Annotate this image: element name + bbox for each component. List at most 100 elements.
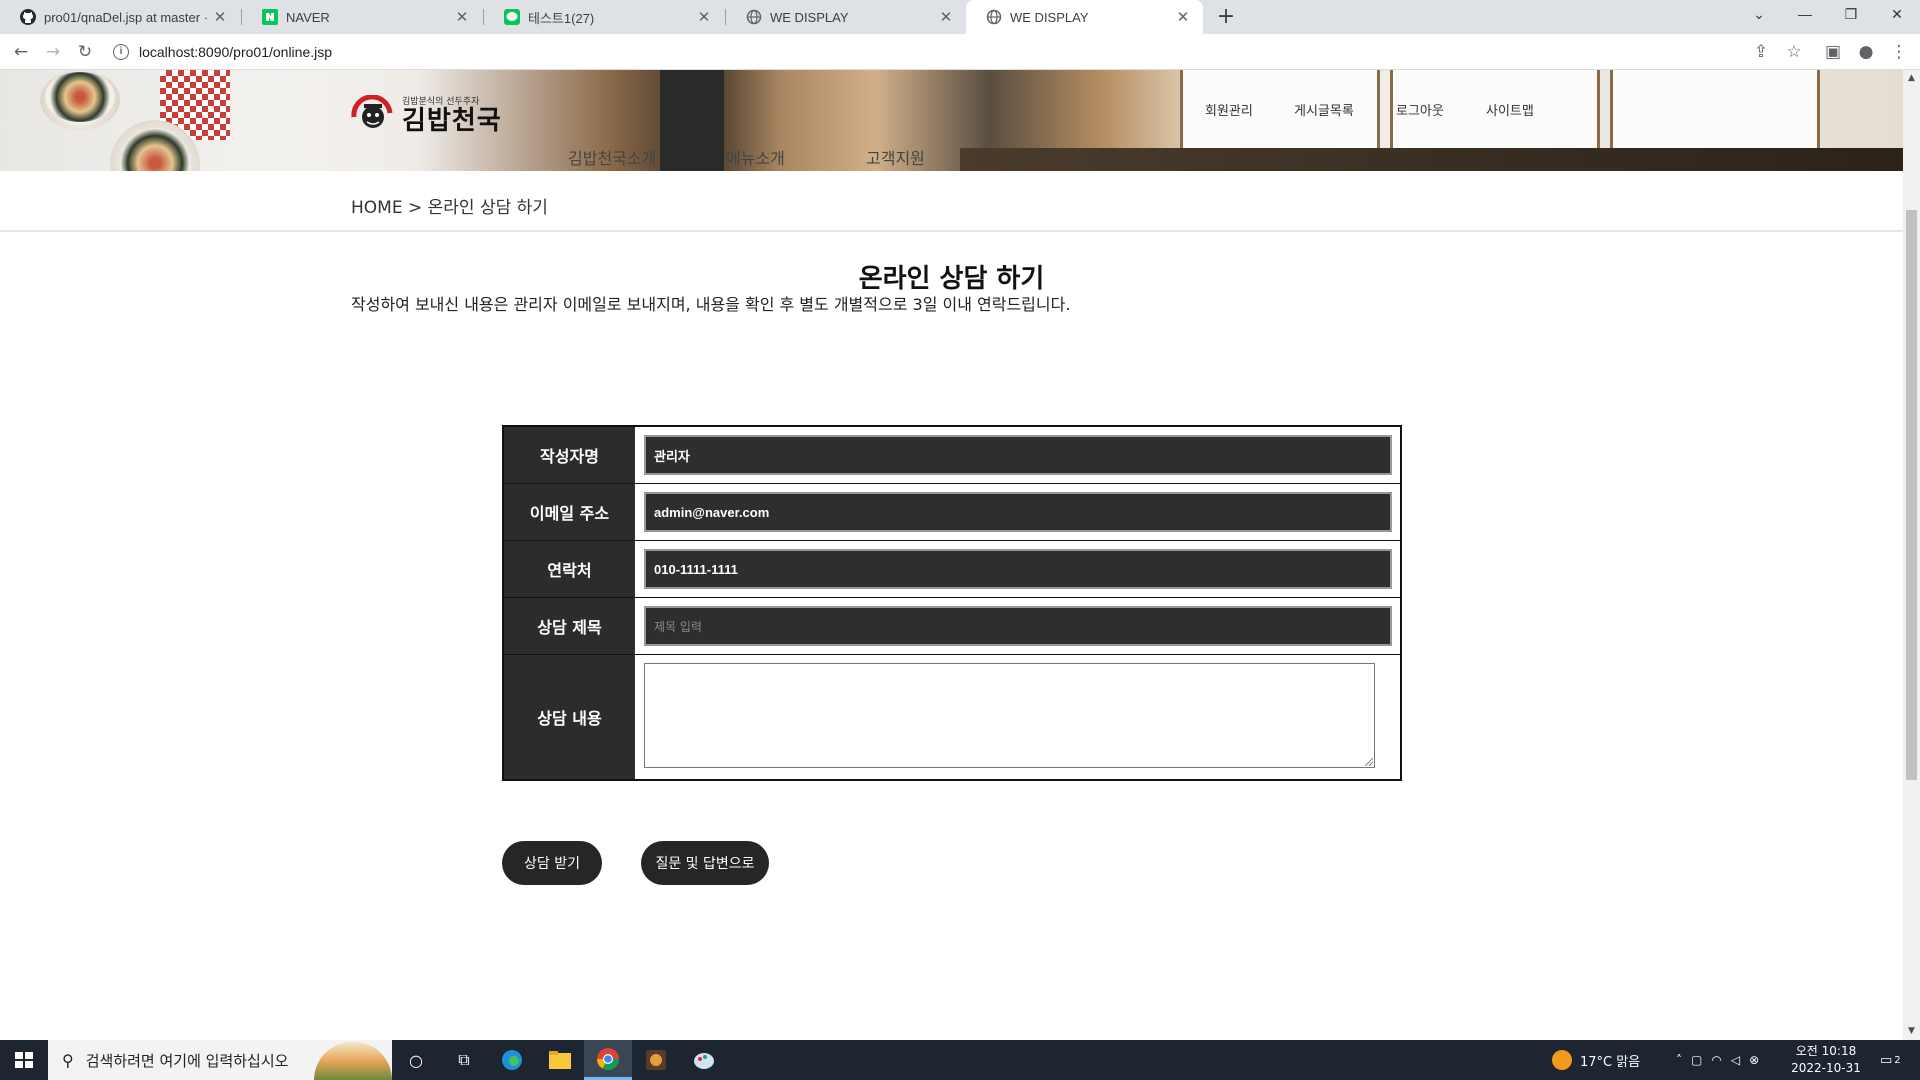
restore-button[interactable]: ❐ [1828, 0, 1874, 30]
meet-icon[interactable]: ▢ [1691, 1053, 1711, 1067]
sub-header: HOME > 온라인 상담 하기 [0, 171, 1903, 232]
window-close-button[interactable]: ✕ [1874, 0, 1920, 30]
profile-icon[interactable]: ● [1855, 41, 1877, 63]
topnav-board-list[interactable]: 게시글목록 [1294, 100, 1354, 119]
address-bar[interactable]: i localhost:8090/pro01/online.jsp [113, 38, 332, 66]
form-row-email: 이메일 주소 admin@naver.com [504, 484, 1400, 541]
name-field[interactable]: 관리자 [644, 435, 1392, 475]
close-icon[interactable]: ✕ [454, 8, 470, 26]
browser-toolbar: ← → ↻ i localhost:8090/pro01/online.jsp … [0, 34, 1920, 70]
volume-icon[interactable]: ◁ [1731, 1053, 1749, 1067]
browser-tab[interactable]: NAVER ✕ [242, 0, 482, 34]
share-icon[interactable]: ⇪ [1750, 41, 1772, 63]
resize-handle-icon[interactable] [1365, 758, 1373, 766]
phone-label: 연락처 [504, 541, 635, 597]
search-highlight-image [314, 1042, 392, 1080]
clock-date: 2022-10-31 [1791, 1061, 1861, 1075]
site-logo[interactable]: 김밥분식의 선두주자 김밥천국 [350, 94, 502, 135]
side-panel-icon[interactable]: ▣ [1822, 41, 1844, 63]
tab-title: 테스트1(27) [528, 10, 595, 26]
email-field[interactable]: admin@naver.com [644, 492, 1392, 532]
paint-app-icon[interactable] [680, 1040, 728, 1080]
globe-icon [986, 9, 1002, 25]
back-arrow-icon[interactable]: ← [10, 41, 32, 63]
form-row-name: 작성자명 관리자 [504, 427, 1400, 484]
phone-field[interactable]: 010-1111-1111 [644, 549, 1392, 589]
menu-dots-icon[interactable]: ⋮ [1888, 41, 1910, 63]
breadcrumb: HOME > 온라인 상담 하기 [351, 198, 548, 218]
close-icon[interactable]: ✕ [696, 8, 712, 26]
form-row-subject: 상담 제목 제목 입력 [504, 598, 1400, 655]
system-tray-icons[interactable]: ˄ ▢ ◠ ◁ ⊗ [1676, 1040, 1768, 1080]
github-icon [20, 9, 36, 25]
task-view-icon[interactable]: ⧉ [440, 1040, 488, 1080]
scroll-down-icon[interactable]: ▼ [1903, 1023, 1920, 1040]
game-app-icon[interactable] [632, 1040, 680, 1080]
windows-start-icon[interactable] [0, 1040, 48, 1080]
browser-tab[interactable]: pro01/qnaDel.jsp at master · ok ✕ [0, 0, 240, 34]
submit-consult-button[interactable]: 상담 받기 [502, 841, 602, 885]
page-scrollbar[interactable]: ▲ ▼ [1903, 70, 1920, 1040]
form-row-content: 상담 내용 [504, 655, 1400, 779]
new-tab-button[interactable]: + [1213, 4, 1239, 30]
qna-button[interactable]: 질문 및 답변으로 [641, 841, 769, 885]
browser-tab-active[interactable]: WE DISPLAY ✕ [966, 0, 1203, 34]
edge-icon[interactable] [488, 1040, 536, 1080]
taskbar-clock[interactable]: 오전 10:18 2022-10-31 [1790, 1043, 1862, 1077]
logo-mascot-icon [351, 94, 393, 128]
consult-form: 작성자명 관리자 이메일 주소 admin@naver.com 연락처 010-… [502, 425, 1402, 781]
browser-tab-strip: pro01/qnaDel.jsp at master · ok ✕ NAVER … [0, 0, 1920, 34]
search-icon: ⚲ [62, 1050, 74, 1070]
file-explorer-icon[interactable] [536, 1040, 584, 1080]
email-label: 이메일 주소 [504, 484, 635, 540]
name-label: 작성자명 [504, 427, 635, 483]
tab-title: WE DISPLAY [770, 9, 849, 25]
tab-title: pro01/qnaDel.jsp at master · ok [44, 9, 212, 25]
browser-tab[interactable]: 테스트1(27) ✕ [484, 0, 724, 34]
topnav-member-admin[interactable]: 회원관리 [1205, 100, 1253, 119]
page-title: 온라인 상담 하기 [858, 264, 1045, 294]
close-icon[interactable]: ✕ [1175, 8, 1191, 26]
info-icon[interactable]: i [113, 44, 129, 60]
content-textarea[interactable] [644, 663, 1375, 768]
cortana-icon[interactable]: ○ [392, 1040, 440, 1080]
forward-arrow-icon[interactable]: → [42, 41, 64, 63]
menu-board [1610, 70, 1820, 160]
page-subtitle: 작성하여 보내신 내용은 관리자 이메일로 보내지며, 내용을 확인 후 별도 … [351, 295, 1071, 314]
header-banner: 김밥분식의 선두주자 김밥천국 회원관리 게시글목록 로그아웃 사이트맵 [0, 70, 1903, 171]
notification-icon: ▭ [1880, 1052, 1893, 1068]
mainnav-menu[interactable]: 메뉴소개 [726, 145, 785, 169]
subject-label: 상담 제목 [504, 598, 635, 654]
tab-title: NAVER [286, 9, 330, 25]
reload-icon[interactable]: ↻ [74, 41, 96, 63]
logo-wordmark: 김밥천국 [402, 106, 502, 136]
weather-widget[interactable]: 17°C 맑음 [1552, 1040, 1640, 1080]
bookmark-star-icon[interactable]: ☆ [1783, 41, 1805, 63]
network-icon[interactable]: ◠ [1711, 1053, 1730, 1067]
minimize-button[interactable]: — [1782, 0, 1828, 30]
subject-field[interactable]: 제목 입력 [644, 606, 1392, 646]
food-image [45, 72, 115, 122]
browser-tab[interactable]: WE DISPLAY ✕ [726, 0, 966, 34]
naver-icon [262, 9, 278, 25]
mainnav-about[interactable]: 김밥천국소개 [568, 145, 656, 169]
globe-icon [746, 9, 762, 25]
chevron-up-icon[interactable]: ˄ [1676, 1053, 1691, 1067]
chalkboard [660, 70, 724, 171]
mainnav-support[interactable]: 고객지원 [866, 145, 925, 169]
page-viewport: 김밥분식의 선두주자 김밥천국 회원관리 게시글목록 로그아웃 사이트맵 HOM… [0, 70, 1903, 1040]
counter [960, 148, 1903, 171]
topnav-logout[interactable]: 로그아웃 [1396, 100, 1444, 119]
windows-taskbar: ⚲ 검색하려면 여기에 입력하십시오 ○ ⧉ 17°C 맑음 ˄ ▢ ◠ ◁ ⊗… [0, 1040, 1920, 1080]
scrollbar-thumb[interactable] [1906, 210, 1917, 780]
chrome-icon[interactable] [584, 1040, 632, 1080]
line-icon [504, 9, 520, 25]
close-icon[interactable]: ✕ [212, 8, 228, 26]
topnav-sitemap[interactable]: 사이트맵 [1486, 100, 1534, 119]
status-x-icon[interactable]: ⊗ [1749, 1053, 1768, 1067]
scroll-up-icon[interactable]: ▲ [1903, 70, 1920, 87]
tab-search-icon[interactable]: ⌄ [1736, 0, 1782, 30]
taskbar-search[interactable]: ⚲ 검색하려면 여기에 입력하십시오 [48, 1040, 392, 1080]
close-icon[interactable]: ✕ [938, 8, 954, 26]
notification-center[interactable]: ▭ 2 [1880, 1040, 1901, 1080]
